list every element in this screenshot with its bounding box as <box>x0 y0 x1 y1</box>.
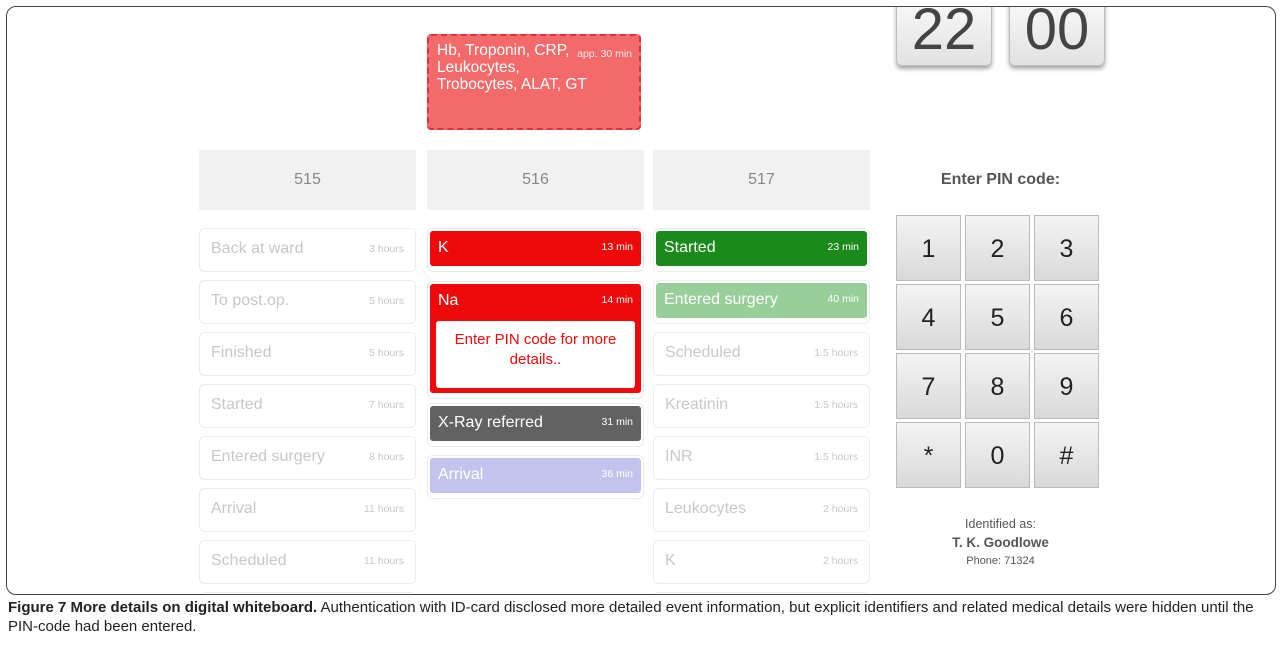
pin-key-4[interactable]: 4 <box>896 284 961 350</box>
event-time: 5 hours <box>368 295 404 307</box>
pin-key-6[interactable]: 6 <box>1034 284 1099 350</box>
room-header-517: 517 <box>653 150 870 210</box>
clock-hours-tile: 22 <box>896 6 992 66</box>
event-label: Leukocytes <box>665 500 746 517</box>
event-card[interactable]: Started 23 min <box>653 228 870 272</box>
event-label: Entered surgery <box>664 291 778 308</box>
event-card-partial[interactable] <box>653 592 870 594</box>
pin-key-1[interactable]: 1 <box>896 215 961 281</box>
pin-key-star[interactable]: * <box>896 422 961 488</box>
event-card-expanded[interactable]: Na 14 min Enter PIN code for more detail… <box>427 281 644 399</box>
room-header-516: 516 <box>427 150 644 210</box>
event-time: 40 min <box>827 293 859 305</box>
event-card-partial[interactable] <box>199 592 416 594</box>
event-label: Back at ward <box>211 240 304 257</box>
event-label: Started <box>211 396 263 413</box>
event-card[interactable]: INR 1.5 hours <box>653 436 870 480</box>
event-card[interactable]: Started 7 hours <box>199 384 416 428</box>
lab-order-card[interactable]: Hb, Troponin, CRP, Leukocytes, Trobocyte… <box>427 34 641 130</box>
event-label: Scheduled <box>211 552 287 569</box>
event-time: 5 hours <box>368 347 404 359</box>
pin-key-2[interactable]: 2 <box>965 215 1030 281</box>
event-label: Finished <box>211 344 272 361</box>
pin-key-5[interactable]: 5 <box>965 284 1030 350</box>
event-label: Na <box>438 292 459 309</box>
identified-as-label: Identified as: <box>965 517 1036 531</box>
event-card[interactable]: Kreatinin 1.5 hours <box>653 384 870 428</box>
event-time: 23 min <box>827 241 859 253</box>
event-card[interactable]: Finished 5 hours <box>199 332 416 376</box>
event-label: X-Ray referred <box>438 414 543 431</box>
event-time: 8 hours <box>368 451 404 463</box>
pin-key-9[interactable]: 9 <box>1034 353 1099 419</box>
event-label: K <box>438 239 449 256</box>
event-card[interactable]: Scheduled 11 hours <box>199 540 416 584</box>
event-card[interactable]: Entered surgery 40 min <box>653 280 870 324</box>
lab-order-time: app. 30 min <box>577 48 632 60</box>
event-time: 14 min <box>601 294 633 306</box>
room-header-515: 515 <box>199 150 416 210</box>
clock-minutes-tile: 00 <box>1009 6 1105 66</box>
event-card[interactable]: X-Ray referred 31 min <box>427 403 644 447</box>
clock-minutes: 00 <box>1024 6 1090 62</box>
pin-key-7[interactable]: 7 <box>896 353 961 419</box>
lab-order-tests: Hb, Troponin, CRP, Leukocytes, Trobocyte… <box>437 42 587 93</box>
event-card[interactable]: Leukocytes 2 hours <box>653 488 870 532</box>
event-label: Arrival <box>438 466 484 483</box>
event-time: 11 hours <box>363 503 404 515</box>
event-card[interactable]: To post.op. 5 hours <box>199 280 416 324</box>
pin-key-0[interactable]: 0 <box>965 422 1030 488</box>
caption-title: Figure 7 More details on digital whitebo… <box>8 599 318 616</box>
event-label: Started <box>664 239 716 256</box>
pin-required-message: Enter PIN code for more details.. <box>436 321 635 388</box>
event-time: 1.5 hours <box>814 347 858 359</box>
event-time: 2 hours <box>822 555 858 567</box>
event-label: Arrival <box>211 500 257 517</box>
event-card[interactable]: Back at ward 3 hours <box>199 228 416 272</box>
event-time: 11 hours <box>363 555 404 567</box>
event-label: K <box>665 552 676 569</box>
event-label: To post.op. <box>211 292 290 309</box>
pin-key-8[interactable]: 8 <box>965 353 1030 419</box>
clock-hours: 22 <box>911 6 977 62</box>
event-card[interactable]: Entered surgery 8 hours <box>199 436 416 480</box>
event-card[interactable]: Scheduled 1.5 hours <box>653 332 870 376</box>
event-time: 3 hours <box>368 243 404 255</box>
event-card[interactable]: K 13 min <box>427 228 644 272</box>
pin-key-hash[interactable]: # <box>1034 422 1099 488</box>
pin-title: Enter PIN code: <box>940 171 1061 188</box>
event-label: Entered surgery <box>211 448 325 465</box>
event-label: INR <box>665 448 693 465</box>
event-time: 36 min <box>601 468 633 480</box>
event-time: 1.5 hours <box>814 451 858 463</box>
figure-caption: Figure 7 More details on digital whitebo… <box>8 598 1274 636</box>
event-label: Kreatinin <box>665 396 729 413</box>
event-time: 13 min <box>601 241 633 253</box>
whiteboard-frame: Hb, Troponin, CRP, Leukocytes, Trobocyte… <box>6 6 1276 595</box>
event-time: 31 min <box>601 416 633 428</box>
event-card[interactable]: Arrival 36 min <box>427 455 644 499</box>
pin-key-3[interactable]: 3 <box>1034 215 1099 281</box>
event-time: 2 hours <box>822 503 858 515</box>
event-time: 1.5 hours <box>814 399 858 411</box>
event-card[interactable]: K 2 hours <box>653 540 870 584</box>
event-time: 7 hours <box>368 399 404 411</box>
event-card[interactable]: Arrival 11 hours <box>199 488 416 532</box>
identified-user-name: T. K. Goodlowe <box>952 535 1049 550</box>
event-label: Scheduled <box>665 344 741 361</box>
identified-user-phone: Phone: 71324 <box>966 555 1035 567</box>
